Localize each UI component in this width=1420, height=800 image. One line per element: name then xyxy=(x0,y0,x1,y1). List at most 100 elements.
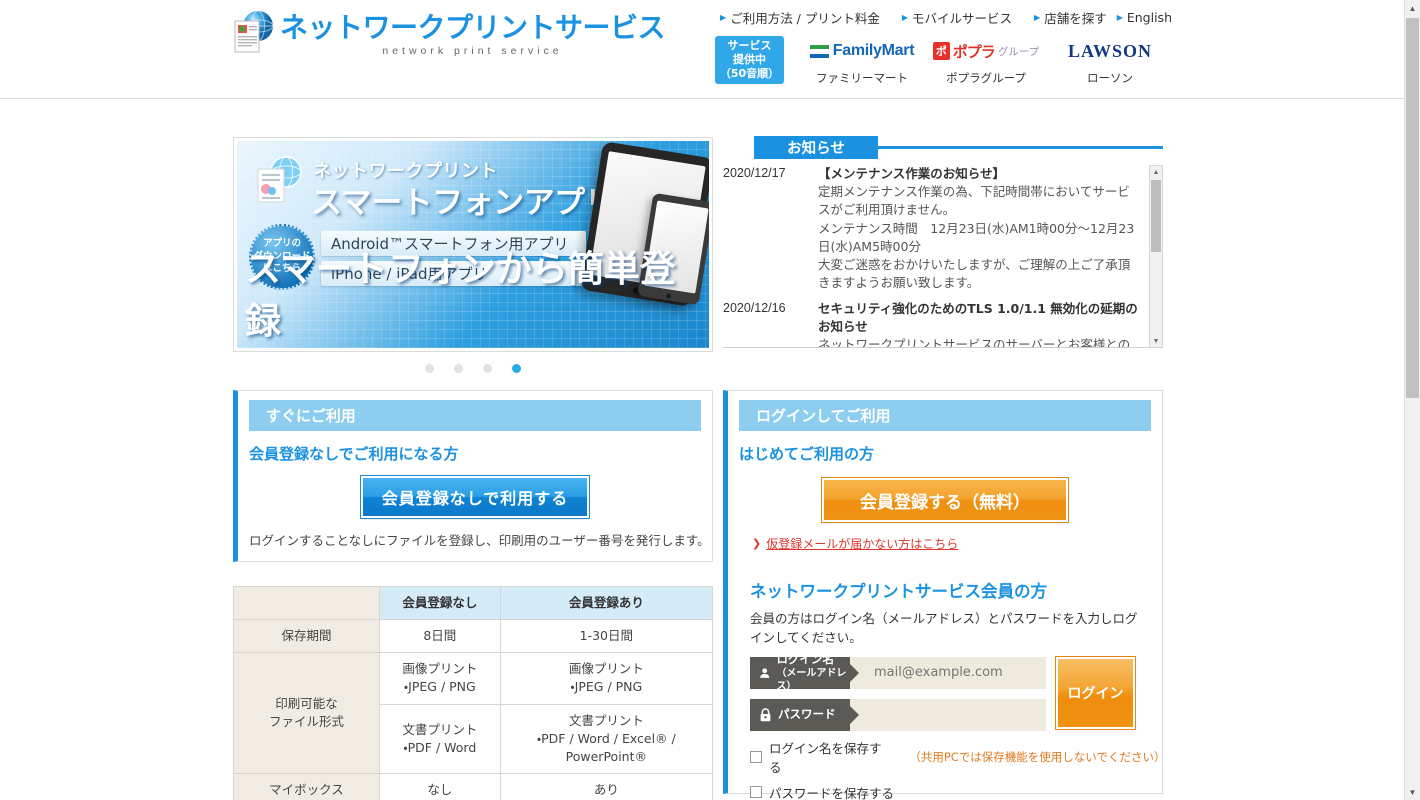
brand-name-label: ポプラグループ xyxy=(946,71,1026,85)
row-header-line-1: 印刷可能な xyxy=(275,695,338,711)
cell-line-1: 画像プリント xyxy=(568,661,644,677)
cell-storage-no-reg: 8日間 xyxy=(379,619,501,654)
cell-doc-print-no-reg: 文書プリント ・PDF / Word xyxy=(379,703,501,774)
browser-scrollbar-thumb[interactable] xyxy=(1406,18,1419,398)
site-logo[interactable]: ネットワークプリントサービス network print service xyxy=(232,9,666,57)
cell-line-2: ・JPEG / PNG xyxy=(403,679,476,695)
cell-line-3: PowerPoint® xyxy=(565,748,647,764)
scroll-up-icon[interactable]: ▲ xyxy=(1405,0,1420,16)
news-header-rule xyxy=(878,146,1163,149)
member-description: 会員の方はログイン名（メールアドレス）とパスワードを入力しログインしてください。 xyxy=(750,611,1138,645)
nav-link-english[interactable]: ▶ English xyxy=(1117,10,1172,25)
site-header: ネットワークプリントサービス network print service ▶ ご… xyxy=(0,0,1404,99)
news-list[interactable]: 2020/12/17 【メンテナンス作業のお知らせ】 定期メンテナンス作業の為、… xyxy=(723,165,1163,348)
scroll-down-icon[interactable]: ▼ xyxy=(1405,784,1420,800)
login-name-label: ログイン名 （メールアドレス） xyxy=(750,652,859,692)
lock-icon xyxy=(760,707,771,721)
news-header: お知らせ xyxy=(723,136,1163,159)
carousel-dot-1[interactable] xyxy=(425,364,434,373)
password-input[interactable] xyxy=(850,698,1046,731)
news-scrollbar[interactable]: ▲ ▼ xyxy=(1149,165,1163,347)
carousel-dot-2[interactable] xyxy=(454,364,463,373)
brand-name-label: ローソン xyxy=(1087,71,1133,85)
login-panel-title: ログインしてご利用 xyxy=(739,400,1151,431)
login-name-label-line-2: （メールアドレス） xyxy=(776,667,847,692)
save-login-name-checkbox[interactable] xyxy=(750,750,762,763)
brand-poplar[interactable]: ポ ポプラ グループ ポプラグループ xyxy=(924,36,1048,86)
use-without-registration-button[interactable]: 会員登録なしで利用する xyxy=(360,475,590,519)
password-label: パスワード xyxy=(750,698,859,731)
chevron-right-icon: ❯ xyxy=(752,537,762,550)
row-header-storage-period: 保存期間 xyxy=(233,619,380,654)
badge-line-1: サービス xyxy=(727,39,772,53)
row-header-mybox: マイボックス xyxy=(233,772,380,800)
first-time-user-subtitle: はじめてご利用の方 xyxy=(739,445,875,463)
lawson-logo-icon: LAWSON xyxy=(1048,36,1172,66)
register-button[interactable]: 会員登録する（無料） xyxy=(821,477,1069,523)
service-status-badge: サービス 提供中 （50音順） xyxy=(715,36,784,84)
save-login-name-row[interactable]: ログイン名を保存する （共用PCでは保存機能を使用しないでください） xyxy=(750,738,1166,776)
save-login-name-label: ログイン名を保存する xyxy=(769,740,882,775)
nav-link-find-store[interactable]: ▶ 店舗を探す xyxy=(1034,8,1107,27)
carousel-dot-3[interactable] xyxy=(483,364,492,373)
member-heading: ネットワークプリントサービス会員の方 xyxy=(750,582,1047,601)
nav-label: ご利用方法 / プリント料金 xyxy=(730,11,880,26)
brand-name-label: ファミリーマート xyxy=(816,71,908,85)
triangle-right-icon: ▶ xyxy=(1116,12,1123,22)
password-label-text: パスワード xyxy=(778,707,836,722)
browser-viewport: ネットワークプリントサービス network print service ▶ ご… xyxy=(0,0,1420,800)
news-title: セキュリティ強化のためのTLS 1.0/1.1 無効化の延期のお知らせ xyxy=(818,300,1138,334)
nav-link-usage-pricing[interactable]: ▶ ご利用方法 / プリント料金 xyxy=(720,8,880,27)
login-name-input[interactable] xyxy=(850,656,1046,689)
cell-line-2: ・JPEG / PNG xyxy=(570,679,643,695)
cell-storage-with-reg: 1-30日間 xyxy=(499,619,714,654)
table-row: マイボックス なし あり xyxy=(233,772,714,800)
cell-image-print-no-reg: 画像プリント ・JPEG / PNG xyxy=(379,652,501,705)
familymart-wordmark: FamilyMart xyxy=(832,42,915,59)
login-button[interactable]: ログイン xyxy=(1055,655,1136,730)
row-header-file-formats: 印刷可能な ファイル形式 xyxy=(233,652,380,774)
brand-lawson[interactable]: LAWSON ローソン xyxy=(1048,36,1172,86)
nav-label: 店舗を探す xyxy=(1044,11,1107,26)
save-password-row[interactable]: パスワードを保存する xyxy=(750,783,1162,800)
news-description: 定期メンテナンス作業の為、下記時間帯においてサービスがご利用頂けません。 メンテナ… xyxy=(818,184,1135,291)
top-navigation: ▶ ご利用方法 / プリント料金 ▶ モバイルサービス ▶ 店舗を探す ▶ En… xyxy=(720,8,1172,27)
brand-familymart[interactable]: FamilyMart ファミリーマート xyxy=(800,36,924,86)
news-description: ネットワークプリントサービスのサーバーとお客様との通信で、TLS 1.0/1.1… xyxy=(818,336,1131,348)
page-root: ネットワークプリントサービス network print service ▶ ご… xyxy=(0,0,1404,800)
quick-use-title: すぐにご利用 xyxy=(249,400,701,431)
nav-link-mobile-service[interactable]: ▶ モバイルサービス xyxy=(902,8,1012,27)
carousel-slide[interactable]: ネットワークプリント スマートフォンアプリ アプリの ダウンロード はこちら A… xyxy=(237,141,709,348)
quick-use-panel: すぐにご利用 会員登録なしでご利用になる方 会員登録なしで利用する ログインする… xyxy=(233,390,713,562)
cell-line-2: ・PDF / Word xyxy=(403,739,477,755)
table-corner-cell xyxy=(233,585,380,621)
header-divider xyxy=(0,98,1404,99)
news-date: 2020/12/16 xyxy=(723,300,786,315)
quick-use-note: ログインすることなしにファイルを登録し、印刷用のユーザー番号を発行します。 xyxy=(249,533,710,548)
news-tab-label: お知らせ xyxy=(754,136,878,159)
brand-strip: サービス 提供中 （50音順） FamilyMart ファミリーマート ポ ポプ… xyxy=(715,36,1172,86)
temp-mail-link[interactable]: 仮登録メールが届かない方はこちら xyxy=(766,535,958,552)
triangle-right-icon: ▶ xyxy=(901,12,909,22)
user-icon xyxy=(760,667,770,678)
triangle-right-icon: ▶ xyxy=(1034,12,1041,22)
save-password-checkbox[interactable] xyxy=(750,786,762,798)
badge-line-2: 提供中 xyxy=(733,53,766,67)
news-item[interactable]: 2020/12/17 【メンテナンス作業のお知らせ】 定期メンテナンス作業の為、… xyxy=(723,165,1163,293)
scroll-up-icon[interactable]: ▲ xyxy=(1150,166,1162,178)
carousel-dot-4[interactable] xyxy=(512,364,521,373)
cell-line-1: 文書プリント xyxy=(568,712,644,728)
slide-footer-text: スマートフォンから簡単登録 xyxy=(245,249,676,342)
login-form: ログイン名 （メールアドレス） mail@example.com パスワード ロ… xyxy=(750,652,1162,731)
browser-scrollbar[interactable]: ▲ ▼ xyxy=(1404,0,1420,800)
triangle-right-icon: ▶ xyxy=(720,12,727,22)
familymart-logo-icon: FamilyMart xyxy=(800,36,924,66)
news-item[interactable]: 2020/12/16 セキュリティ強化のためのTLS 1.0/1.1 無効化の延… xyxy=(723,300,1163,348)
cell-line-2: ・PDF / Word / Excel® / xyxy=(536,730,676,746)
scroll-down-icon[interactable]: ▼ xyxy=(1150,335,1162,347)
column-header-no-registration: 会員登録なし xyxy=(379,585,501,621)
promo-carousel[interactable]: ネットワークプリント スマートフォンアプリ アプリの ダウンロード はこちら A… xyxy=(233,137,713,352)
temp-mail-link-row[interactable]: ❯ 仮登録メールが届かない方はこちら xyxy=(752,535,1162,552)
news-scrollbar-thumb[interactable] xyxy=(1151,180,1161,252)
save-login-name-hint: （共用PCでは保存機能を使用しないでください） xyxy=(909,749,1166,764)
